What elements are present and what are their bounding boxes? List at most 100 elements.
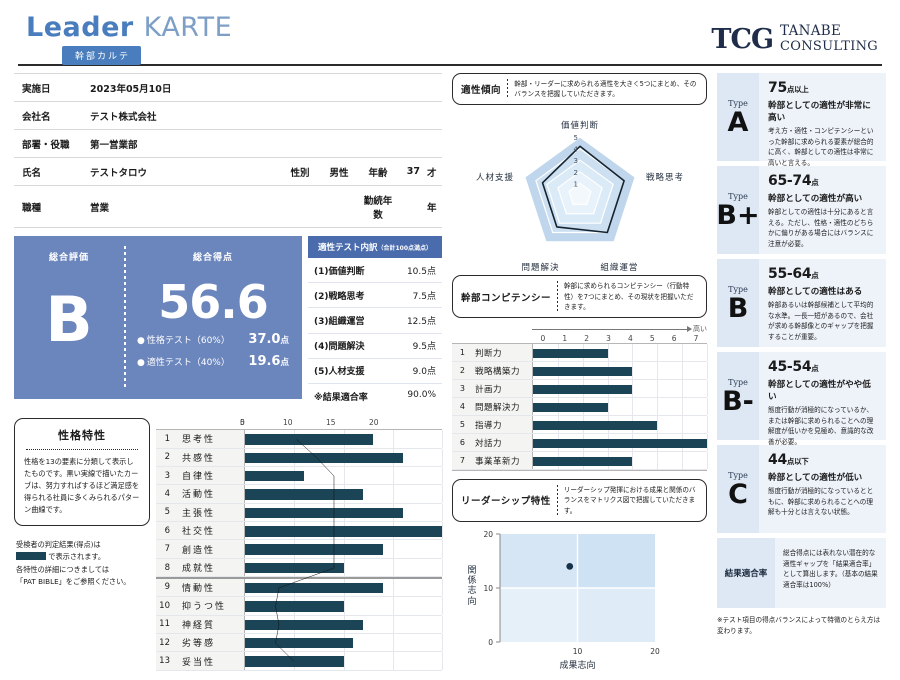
info-unit-tenure: 年 — [427, 202, 437, 214]
type-content: 75点以上 幹部としての適性が非常に高い 考え方・適性・コンピテンシーといった幹部に… — [759, 73, 886, 167]
total-score-value: 56.6 — [158, 275, 268, 329]
row-track — [244, 558, 443, 577]
callout-divider-icon-2 — [557, 281, 558, 313]
subscore-personality-unit: 点 — [280, 336, 289, 346]
gridline — [343, 558, 345, 577]
row-index: 3 — [452, 380, 470, 398]
personality-chart-row: 1 思考性 — [156, 430, 443, 449]
personality-legend: 受検者の判定結果(得点)は で表示されます。 各特性の詳細につきましては 「PA… — [14, 539, 150, 589]
breakdown-value: 9.0点 — [412, 367, 436, 378]
row-label: 妥当性 — [176, 652, 244, 670]
report-page: Leader KARTE 幹部カルテ TCG TANABE CONSULTING… — [0, 0, 900, 671]
info-value-date: 2023年05月10日 — [90, 83, 172, 95]
competency-chart-row: 1 判断力 — [452, 344, 708, 363]
type-headline: 幹部としての適性はある — [768, 287, 863, 297]
scatter-point — [566, 562, 574, 570]
gridline — [607, 398, 609, 416]
legend-line-3: 各特性の詳細につきましては — [16, 564, 110, 574]
gridline — [682, 398, 684, 416]
table-row: (5)人材支援 9.0点 — [308, 358, 442, 384]
gridline — [343, 597, 345, 615]
competency-bar — [533, 420, 658, 430]
type-card-c: Type C 44点以下 幹部としての適性が低い 態度行動が消極的になっているとともに、… — [717, 445, 886, 533]
type-range-number: 65-74 — [768, 173, 812, 189]
competency-chart-row: 5 指導力 — [452, 416, 708, 435]
bullet-icon: ● — [137, 336, 145, 346]
breakdown-value: 12.5点 — [406, 316, 436, 327]
row-label: 戦略構築力 — [470, 362, 532, 380]
type-card-bminus: Type B- 45-54点 幹部としての適性がやや低い 態度行動が消極的になっているか… — [717, 352, 886, 446]
personality-chart-plot: 1 思考性 2 共感性 3 自律性 4 活動性 5 主張性 6 社交性 7 創造性 8 成就性 9 情動性 10 抑う… — [156, 429, 443, 671]
gridline — [682, 416, 684, 434]
gridline — [632, 344, 634, 362]
scatter-xlabel: 成果志向 — [559, 659, 595, 671]
breakdown-key: (5)人材支援 — [314, 367, 365, 378]
gridline — [392, 597, 394, 615]
subtitle-badge: 幹部カルテ — [62, 46, 142, 65]
type-card-a: Type A 75点以上 幹部としての適性が非常に高い 考え方・適性・コンピテンシーとい… — [717, 73, 886, 167]
breakdown-key: (3)組織運営 — [314, 316, 365, 327]
competency-bar-chart: 高い 01234567 1 判断力 2 戦略構築力 3 計画力 4 問題解決力 5 指導力 6 対話力… — [452, 324, 708, 472]
subscore-personality-label: 性格テスト（60%） — [146, 336, 230, 346]
type-grade: B- — [722, 385, 754, 417]
info-label-job: 職種 — [22, 202, 42, 214]
logo-line-1: TANABE — [780, 23, 842, 40]
row-track — [532, 398, 708, 416]
row-track — [532, 452, 708, 470]
type-content: 65-74点 幹部としての適性が高い 幹部としての適性は十分にあると言える。ただし、… — [759, 166, 886, 254]
xtick-label: 5 — [649, 334, 655, 344]
info-label-tenure: 勤続年数 — [363, 195, 393, 221]
spacer-cell-2 — [320, 186, 358, 228]
personality-chart-row: 5 主張性 — [156, 503, 443, 523]
fit-rate-label: 結果適合率 — [717, 538, 775, 608]
info-unit-age: 才 — [427, 167, 437, 179]
radar-axis-label: 人材支援 — [475, 172, 514, 183]
subscore-personality: ● 性格テスト（60%） 37.0 点 — [137, 332, 289, 347]
legend-line-2: で表示されます。 — [16, 551, 150, 564]
breakdown-header: 適性テスト内訳（合計100点満点） — [308, 236, 442, 258]
row-label: 抑うつ性 — [176, 597, 244, 615]
type-range-number: 55-64 — [768, 266, 812, 282]
bullet-icon-2: ● — [137, 358, 145, 368]
legend-swatch-icon — [16, 552, 46, 561]
grade-caption: 総合評価 — [48, 253, 89, 263]
personality-chart-row: 6 社交性 — [156, 522, 443, 541]
table-row: (1)価値判断 10.5点 — [308, 258, 442, 284]
competency-bar — [533, 348, 608, 358]
arrow-line-icon — [532, 326, 692, 333]
type-grade: B+ — [716, 199, 760, 231]
type-grade: B — [727, 292, 749, 324]
gridline — [442, 652, 443, 670]
xtick-label: 20 — [369, 418, 379, 428]
row-label: 指導力 — [470, 416, 532, 434]
row-label: 計画力 — [470, 380, 532, 398]
breakdown-title-note: （合計100点満点） — [377, 245, 433, 252]
personality-chart-xaxis: 0 5 10 15 20 — [156, 418, 442, 429]
overall-grade-value: B — [45, 283, 93, 356]
adaptability-radar-chart: 1 2 3 4 5 価値判断 戦略思考 組織運営 問題解決 人材支援 — [452, 107, 707, 275]
table-row: ※結果適合率 90.0% — [308, 383, 442, 409]
competency-chart-baseline — [452, 470, 707, 472]
info-value-department: 第一営業部 — [90, 139, 138, 151]
info-label-department: 部署・役職 — [22, 139, 70, 151]
row-index: 12 — [156, 633, 176, 652]
row-index: 5 — [452, 416, 470, 434]
radar-axis-label: 戦略思考 — [646, 172, 685, 183]
row-track — [532, 362, 708, 380]
gridline — [392, 540, 394, 558]
table-row: (2)戦略思考 7.5点 — [308, 283, 442, 309]
personality-bar — [245, 637, 354, 649]
total-score-caption: 総合得点 — [192, 253, 233, 263]
personality-bar — [245, 470, 305, 482]
personality-chart-row: 3 自律性 — [156, 466, 443, 486]
row-label: 創造性 — [176, 540, 244, 558]
personality-note-column: 性格特性 性格を13の要素に分類して表示したものです。黒い実線で描いたカーブは、… — [14, 418, 150, 671]
personality-chart-row: 4 活動性 — [156, 485, 443, 504]
type-description: 幹部あるいは幹部候補として平均的な水準。一長一短があるので、会社が求める幹部像と… — [768, 301, 874, 341]
competency-chart-row: 7 事業革新力 — [452, 452, 708, 471]
radar-rtick: 3 — [574, 158, 578, 166]
type-content: 45-54点 幹部としての適性がやや低い 態度行動が消極的になっているか、または幹部… — [759, 352, 886, 446]
row-index: 2 — [452, 362, 470, 380]
type-headline: 幹部としての適性が非常に高い — [768, 101, 871, 123]
legend-line-1: 受検者の判定結果(得点)は — [16, 539, 101, 549]
